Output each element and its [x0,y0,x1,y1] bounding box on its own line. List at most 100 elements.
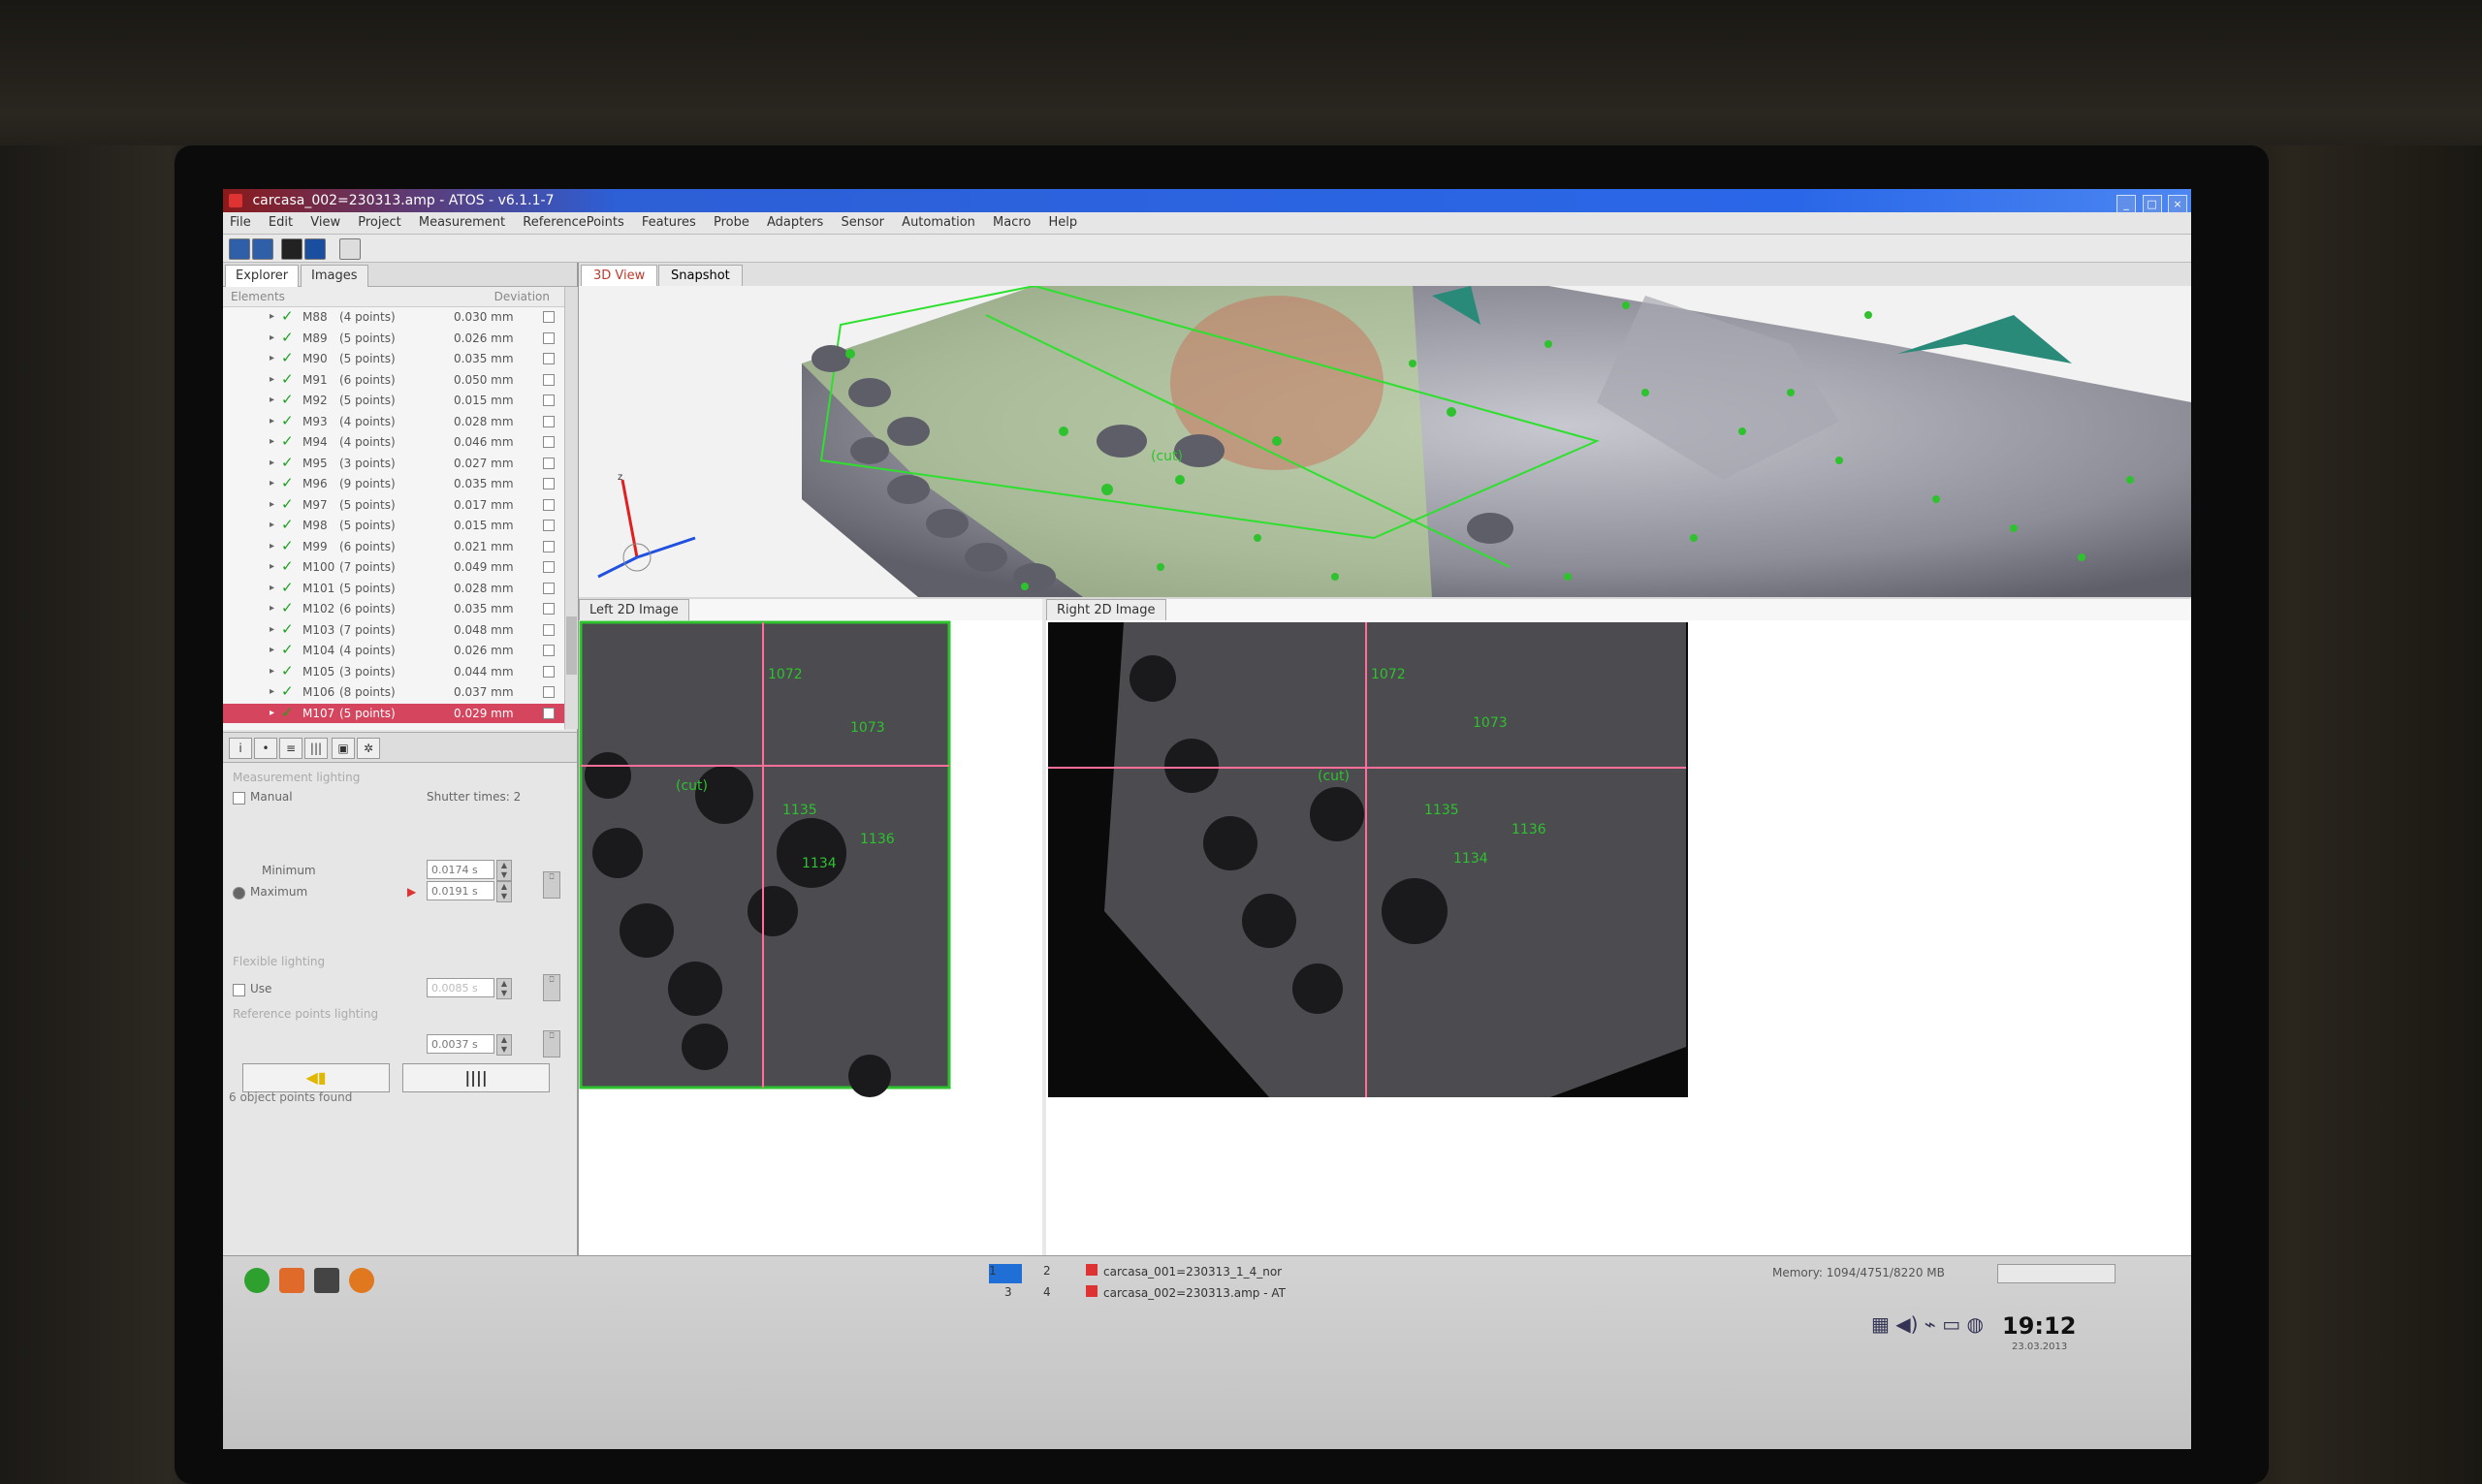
tree-item[interactable]: ▸ ✓ M105 (3 points) 0.044 mm [223,662,564,681]
visibility-toggle[interactable] [543,623,555,636]
menu-view[interactable]: View [310,215,340,230]
expand-icon[interactable]: ▸ [270,557,274,577]
visibility-toggle[interactable] [543,520,555,531]
minimum-stepper[interactable]: ▲ ▼ [496,860,512,881]
visibility-toggle[interactable] [543,540,555,553]
start-menu-icon[interactable] [244,1268,270,1293]
header-deviation[interactable]: Deviation [494,287,550,306]
tree-item[interactable]: ▸ ✓ M95 (3 points) 0.027 mm [223,454,564,473]
tab-snapshot[interactable]: Snapshot [658,265,743,287]
minimize-button[interactable]: _ [2116,195,2137,214]
visibility-toggle[interactable] [543,373,555,386]
tray-icons[interactable]: ▦ ◀) ⌁ ▭ ◍ [1871,1312,1984,1336]
clock[interactable]: 19:12 [2002,1312,2076,1340]
tree-item[interactable]: ▸ ✓ M92 (5 points) 0.015 mm [223,391,564,410]
open-project-icon[interactable] [252,238,273,260]
workspace-1[interactable]: 1 [989,1264,1022,1283]
menu-help[interactable]: Help [1049,215,1078,230]
right-image-tab[interactable]: Right 2D Image [1046,599,1166,621]
left-image-tab[interactable]: Left 2D Image [579,599,689,621]
tree-item[interactable]: ▸ ✓ M88 (4 points) 0.030 mm [223,307,564,327]
expand-icon[interactable]: ▸ [270,641,274,660]
scrollbar-thumb[interactable] [566,616,577,675]
visibility-toggle[interactable] [543,498,555,511]
visibility-toggle[interactable] [543,436,555,448]
reference-input[interactable]: 0.0037 s [427,1034,494,1054]
menu-file[interactable]: File [230,215,251,230]
tab-images[interactable]: Images [301,265,368,287]
visibility-toggle[interactable] [543,645,555,656]
expand-icon[interactable]: ▸ [270,432,274,452]
menu-automation[interactable]: Automation [902,215,975,230]
maximum-input[interactable]: 0.0191 s [427,881,494,900]
reference-stepper[interactable]: ▲ ▼ [496,1034,512,1056]
visibility-toggle[interactable] [543,582,555,594]
tree-item[interactable]: ▸ ✓ M96 (9 points) 0.035 mm [223,474,564,493]
menu-edit[interactable]: Edit [269,215,293,230]
expand-icon[interactable]: ▸ [270,537,274,556]
visibility-toggle[interactable] [543,457,555,469]
expand-icon[interactable]: ▸ [270,620,274,640]
visibility-toggle[interactable] [543,707,555,719]
menu-sensor[interactable]: Sensor [841,215,884,230]
visibility-toggle[interactable] [543,478,555,489]
tree-scrollbar[interactable] [564,287,578,729]
flexible-input[interactable]: 0.0085 s [427,978,494,997]
visibility-toggle[interactable] [543,686,555,698]
help-cursor-icon[interactable] [339,238,361,260]
tree-item[interactable]: ▸ ✓ M104 (4 points) 0.026 mm [223,641,564,660]
workspace-4[interactable]: 4 [1043,1285,1051,1299]
barcode-icon[interactable]: ||| [304,738,328,759]
new-project-icon[interactable] [229,238,250,260]
terminal-icon[interactable] [314,1268,339,1293]
tree-item[interactable]: ▸ ✓ M100 (7 points) 0.049 mm [223,557,564,577]
visibility-toggle[interactable] [543,415,555,427]
expand-icon[interactable]: ▸ [270,704,274,723]
visibility-toggle[interactable] [543,332,555,344]
maximum-stepper[interactable]: ▲ ▼ [496,881,512,902]
visibility-toggle[interactable] [543,395,555,406]
visibility-toggle[interactable] [543,603,555,615]
expand-icon[interactable]: ▸ [270,412,274,431]
tree-item[interactable]: ▸ ✓ M91 (6 points) 0.050 mm [223,370,564,390]
menu-referencepoints[interactable]: ReferencePoints [523,215,624,230]
expand-icon[interactable]: ▸ [270,391,274,410]
menu-macro[interactable]: Macro [993,215,1031,230]
tree-item[interactable]: ▸ ✓ M101 (5 points) 0.028 mm [223,579,564,598]
expand-icon[interactable]: ▸ [270,349,274,368]
grid-view-icon[interactable] [281,238,302,260]
menu-probe[interactable]: Probe [714,215,749,230]
expand-icon[interactable]: ▸ [270,454,274,473]
settings-icon[interactable]: ✲ [357,738,380,759]
task-item-2[interactable]: carcasa_002=230313.amp - AT [1086,1285,1286,1300]
maximize-button[interactable]: □ [2142,195,2162,214]
tree-item[interactable]: ▸ ✓ M107 (5 points) 0.029 mm [223,703,564,723]
tree-item[interactable]: ▸ ✓ M102 (6 points) 0.035 mm [223,599,564,618]
list-icon[interactable]: ≡ [279,738,302,759]
firefox-icon[interactable] [349,1268,374,1293]
tree-item[interactable]: ▸ ✓ M94 (4 points) 0.046 mm [223,432,564,452]
expand-icon[interactable]: ▸ [270,516,274,535]
scan-button[interactable]: |||| [402,1063,550,1092]
minimum-input[interactable]: 0.0174 s [427,860,494,879]
image-icon[interactable]: ▣ [332,738,355,759]
expand-icon[interactable]: ▸ [270,495,274,515]
header-elements[interactable]: Elements [231,287,285,306]
visibility-toggle[interactable] [543,561,555,573]
flexible-stepper[interactable]: ▲ ▼ [496,978,512,999]
flexible-lock-icon[interactable]: ⎕ [543,974,560,1001]
tree-item[interactable]: ▸ ✓ M99 (6 points) 0.021 mm [223,537,564,556]
menu-adapters[interactable]: Adapters [767,215,823,230]
camera-icon[interactable] [304,238,326,260]
tab-3d-view[interactable]: 3D View [581,265,658,287]
tree-item[interactable]: ▸ ✓ M93 (4 points) 0.028 mm [223,412,564,431]
home-icon[interactable] [279,1268,304,1293]
tree-item[interactable]: ▸ ✓ M106 (8 points) 0.037 mm [223,682,564,702]
expand-icon[interactable]: ▸ [270,329,274,348]
tree-item[interactable]: ▸ ✓ M89 (5 points) 0.026 mm [223,329,564,348]
reference-lock-icon[interactable]: ⎕ [543,1030,560,1058]
expand-icon[interactable]: ▸ [270,682,274,702]
workspace-3[interactable]: 3 [1004,1285,1012,1299]
expand-icon[interactable]: ▸ [270,662,274,681]
tab-explorer[interactable]: Explorer [225,265,300,287]
